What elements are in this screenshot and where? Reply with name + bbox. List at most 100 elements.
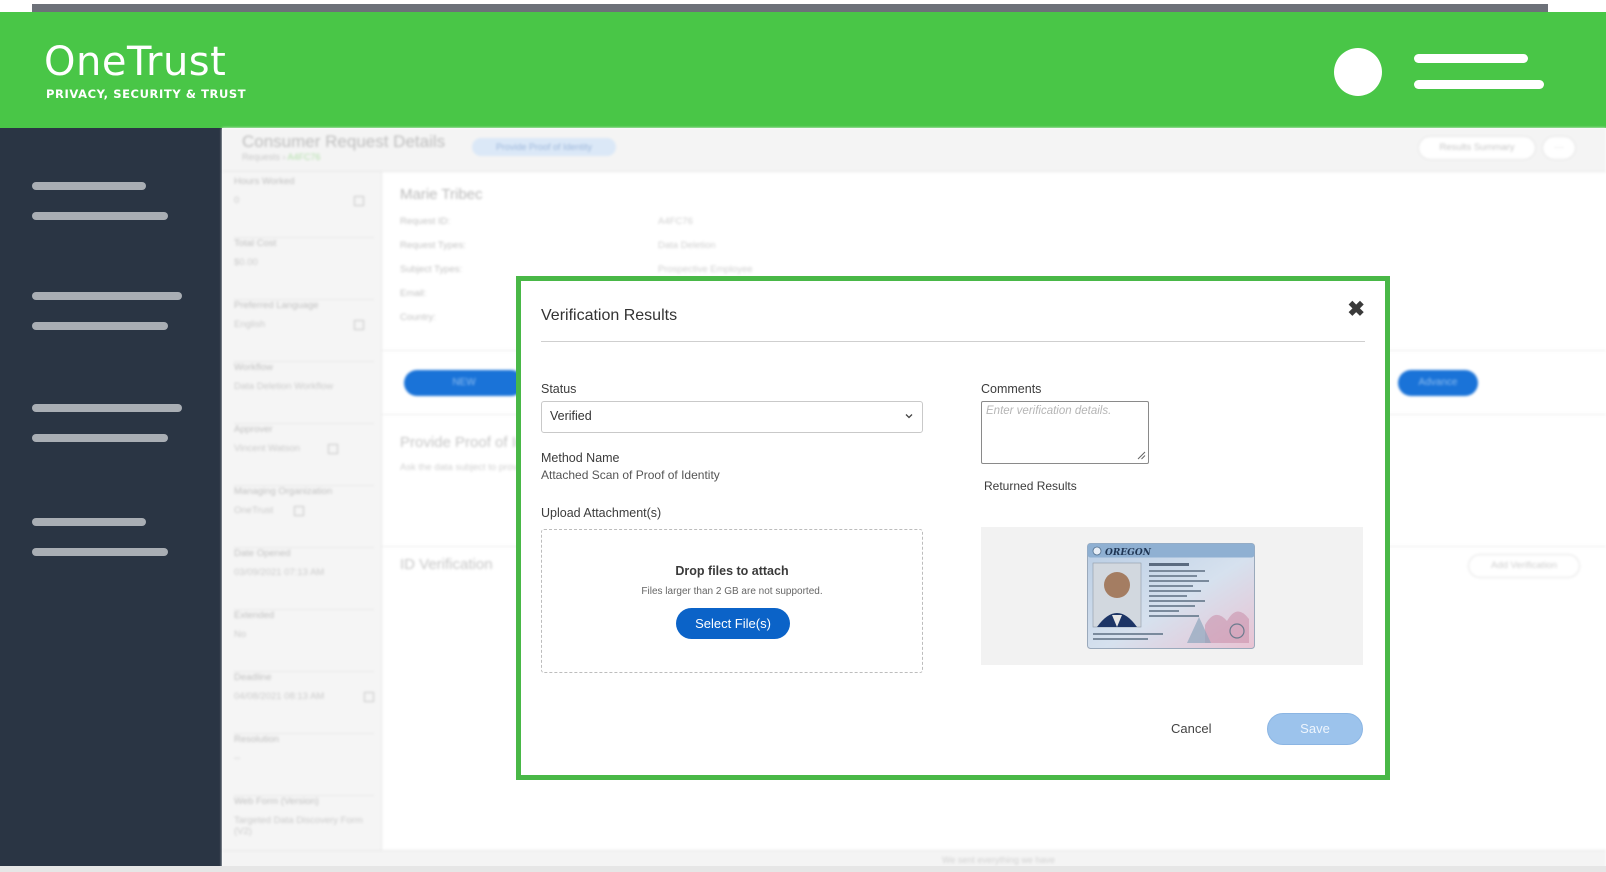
field-resolution: Resolution -- [234,734,374,796]
field-value: Targeted Data Discovery Form (V2) [234,815,363,837]
dialog-highlight-frame: Verification Results ✖ Status Verified M… [516,276,1390,780]
new-stage-button[interactable]: NEW [404,370,524,396]
field-label: Hours Worked [234,176,295,187]
detail-label: Request Types: [400,240,466,251]
menu-bar-bottom [1414,80,1544,89]
field-label: Approver [234,424,273,435]
field-label: Workflow [234,362,273,373]
dropzone-title: Drop files to attach [675,564,789,578]
detail-row-request-id: Request ID: A4FC76 [400,216,693,227]
resize-grip-icon[interactable] [1137,451,1146,460]
close-icon[interactable]: ✖ [1347,297,1365,323]
comments-label: Comments [981,382,1042,396]
sidebar-placeholder-7[interactable] [32,518,146,526]
window-bottom-strip [0,866,1606,872]
field-value: Data Deletion Workflow [234,381,334,392]
field-value: Vincent Watson [234,443,301,454]
edit-icon[interactable] [364,692,374,702]
footer-text: We sent everything we have [942,855,1055,865]
field-managing-organization: Managing Organization OneTrust [234,486,374,548]
breadcrumb-current: A4FC76 [287,152,321,162]
status-select[interactable]: Verified [541,401,923,433]
sidebar-placeholder-2[interactable] [32,212,168,220]
sidebar-placeholder-1[interactable] [32,182,146,190]
more-button[interactable]: ··· [1542,136,1576,160]
results-summary-button[interactable]: Results Summary [1418,136,1536,160]
verification-results-dialog: Verification Results ✖ Status Verified M… [521,281,1385,775]
edit-icon[interactable] [354,196,364,206]
field-value: OneTrust [234,505,274,516]
field-label: Managing Organization [234,486,333,497]
save-button[interactable]: Save [1267,713,1363,745]
method-name-value: Attached Scan of Proof of Identity [541,468,720,482]
field-label: Deadline [234,672,272,683]
field-label: Total Cost [234,238,277,249]
status-label: Status [541,382,577,396]
id-card-image[interactable]: OREGON [1087,543,1255,649]
field-deadline: Deadline 04/08/2021 08:13 AM [234,672,374,734]
dropzone-note: Files larger than 2 GB are not supported… [641,586,823,597]
advance-button[interactable]: Advance [1398,370,1478,396]
page-title: Consumer Request Details [242,132,446,151]
detail-row-country: Country: [400,312,436,323]
returned-results-label: Returned Results [984,479,1077,493]
field-value: -- [234,753,241,764]
brand-logo[interactable]: OneTrust PRIVACY, SECURITY & TRUST [44,40,246,101]
field-value: 0 [234,195,240,206]
field-value: $0.00 [234,257,258,268]
menu-bar-top [1414,54,1528,63]
breadcrumb-root[interactable]: Requests [242,152,280,162]
field-date-opened: Date Opened 03/09/2021 07:13 AM [234,548,374,610]
stage-pill: Provide Proof of Identity [472,138,616,156]
field-approver: Approver Vincent Watson [234,424,374,486]
sidebar-placeholder-8[interactable] [32,548,168,556]
detail-label: Subject Types: [400,264,463,275]
id-card-state: OREGON [1105,548,1152,558]
detail-row-request-types: Request Types: Data Deletion [400,240,716,251]
field-workflow: Workflow Data Deletion Workflow [234,362,374,424]
field-label: Web Form (Version) [234,796,319,807]
detail-label: Email: [400,288,427,299]
cancel-button[interactable]: Cancel [1171,721,1211,736]
detail-row-subject-types: Subject Types: Prospective Employee [400,264,753,275]
comments-textarea[interactable] [981,401,1149,464]
field-label: Date Opened [234,548,291,559]
sidebar-placeholder-6[interactable] [32,434,168,442]
page-header: Consumer Request Details Requests › A4FC… [222,128,1606,172]
brand-tagline: PRIVACY, SECURITY & TRUST [46,87,247,101]
dialog-title: Verification Results [541,307,678,324]
app-root: OneTrust PRIVACY, SECURITY & TRUST Consu… [0,0,1606,872]
upload-attachments-label: Upload Attachment(s) [541,506,662,520]
field-value: 04/08/2021 08:13 AM [234,691,325,702]
detail-label: Request ID: [400,216,451,227]
field-label: Preferred Language [234,300,319,311]
edit-icon[interactable] [294,506,304,516]
edit-icon[interactable] [328,444,338,454]
sidebar-placeholder-5[interactable] [32,404,182,412]
sidebar-placeholder-3[interactable] [32,292,182,300]
field-value: 03/09/2021 07:13 AM [234,567,325,578]
subject-name: Marie Tribec [400,186,483,203]
status-selected-value: Verified [550,409,592,423]
select-files-button[interactable]: Select File(s) [676,608,790,639]
avatar-icon[interactable] [1334,48,1382,96]
field-total-cost: Total Cost $0.00 [234,238,374,300]
field-label: Resolution [234,734,279,745]
sidebar [0,128,222,872]
file-dropzone[interactable]: Drop files to attach Files larger than 2… [541,529,923,673]
add-verification-button[interactable]: Add Verification [1468,554,1580,578]
field-value: English [234,319,266,330]
id-verification-title: ID Verification [400,556,493,573]
brand-name: OneTrust [44,39,227,85]
detail-label: Country: [400,312,436,323]
edit-icon[interactable] [354,320,364,330]
sidebar-placeholder-4[interactable] [32,322,168,330]
field-preferred-language: Preferred Language English [234,300,374,362]
detail-row-email: Email: [400,288,426,299]
detail-value: A4FC76 [658,216,693,227]
request-fields-panel: Hours Worked 0 Total Cost $0.00 Preferred … [222,172,382,872]
breadcrumb: Requests › A4FC76 [242,152,321,162]
method-name-label: Method Name [541,451,620,465]
app-header: OneTrust PRIVACY, SECURITY & TRUST [0,12,1606,128]
field-hours-worked: Hours Worked 0 [234,176,374,238]
